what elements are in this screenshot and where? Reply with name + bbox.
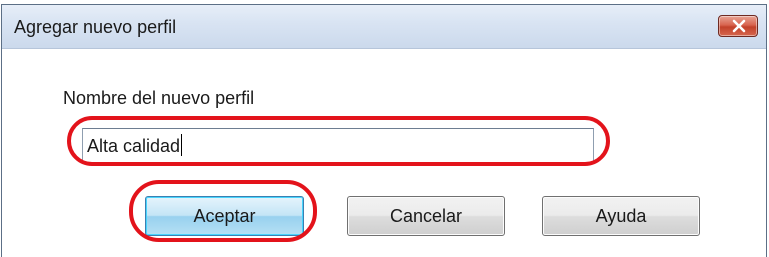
profile-name-label: Nombre del nuevo perfil: [63, 88, 255, 108]
new-profile-dialog: Agregar nuevo perfil Nombre del nuevo pe…: [1, 4, 767, 257]
dialog-title: Agregar nuevo perfil: [14, 17, 177, 37]
page: Agregar nuevo perfil Nombre del nuevo pe…: [0, 0, 769, 257]
title-bar: Agregar nuevo perfil: [2, 5, 766, 49]
cancel-button[interactable]: Cancelar: [347, 196, 505, 236]
help-button[interactable]: Ayuda: [542, 196, 700, 236]
text-caret: [181, 134, 183, 157]
profile-name-value: Alta calidad: [87, 136, 181, 156]
close-icon: [732, 19, 746, 33]
close-button[interactable]: [718, 15, 758, 37]
accept-button[interactable]: Aceptar: [145, 196, 304, 236]
profile-name-input[interactable]: Alta calidad: [82, 128, 594, 164]
